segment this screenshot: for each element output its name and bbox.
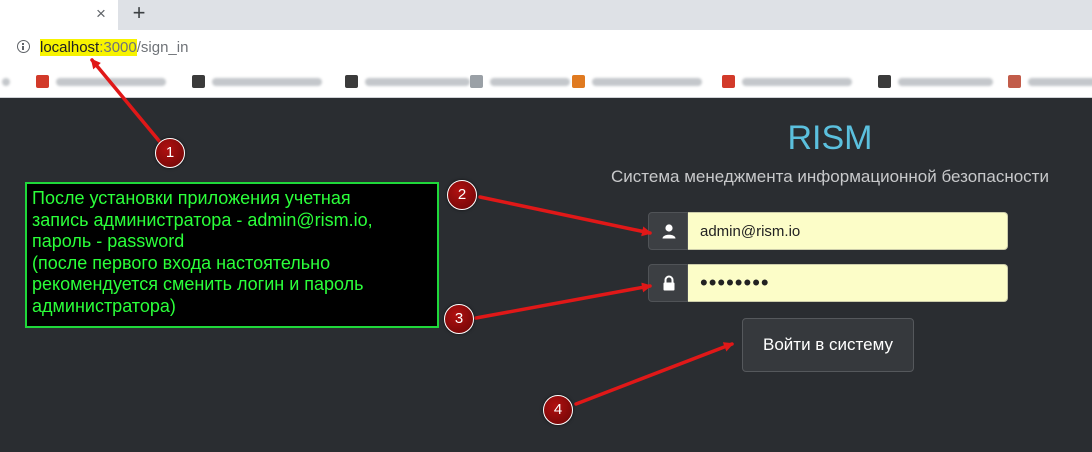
marker-2: 2	[447, 180, 477, 210]
password-field-group	[648, 264, 1008, 302]
password-input[interactable]	[688, 264, 1008, 302]
login-button[interactable]: Войти в систему	[742, 318, 914, 372]
favicon-orange-icon	[572, 75, 585, 88]
email-addon	[648, 212, 688, 250]
marker-3: 3	[444, 304, 474, 334]
favicon-github-icon	[192, 75, 205, 88]
favicon-red-icon	[36, 75, 49, 88]
email-field-group	[648, 212, 1008, 250]
lock-icon	[663, 275, 675, 291]
url-port: :3000	[99, 39, 137, 56]
user-icon	[662, 224, 676, 239]
bookmarks-bar	[0, 66, 1092, 98]
new-tab-icon[interactable]: +	[128, 2, 150, 26]
close-tab-icon[interactable]: ×	[92, 4, 110, 24]
admin-credentials-note: После установки приложения учетная запис…	[25, 182, 439, 328]
app-brand-title: RISM	[787, 119, 873, 157]
browser-toolbar: localhost:3000/sign_in	[0, 30, 1092, 66]
favicon-generic-icon	[1008, 75, 1021, 88]
email-input[interactable]	[688, 212, 1008, 250]
site-info-icon[interactable]	[17, 40, 30, 53]
url-path: /sign_in	[136, 39, 189, 56]
address-bar[interactable]: localhost:3000/sign_in	[40, 39, 188, 57]
app-subtitle: Система менеджмента информационной безоп…	[611, 167, 1049, 186]
favicon-generic-icon	[470, 75, 483, 88]
browser-tab[interactable]: ×	[0, 0, 118, 30]
favicon-github-icon	[878, 75, 891, 88]
favicon-red-icon	[722, 75, 735, 88]
marker-1: 1	[155, 138, 185, 168]
browser-tab-strip: × +	[0, 0, 1092, 30]
marker-4: 4	[543, 395, 573, 425]
password-addon	[648, 264, 688, 302]
url-host: localhost	[40, 39, 100, 56]
favicon-github-icon	[345, 75, 358, 88]
